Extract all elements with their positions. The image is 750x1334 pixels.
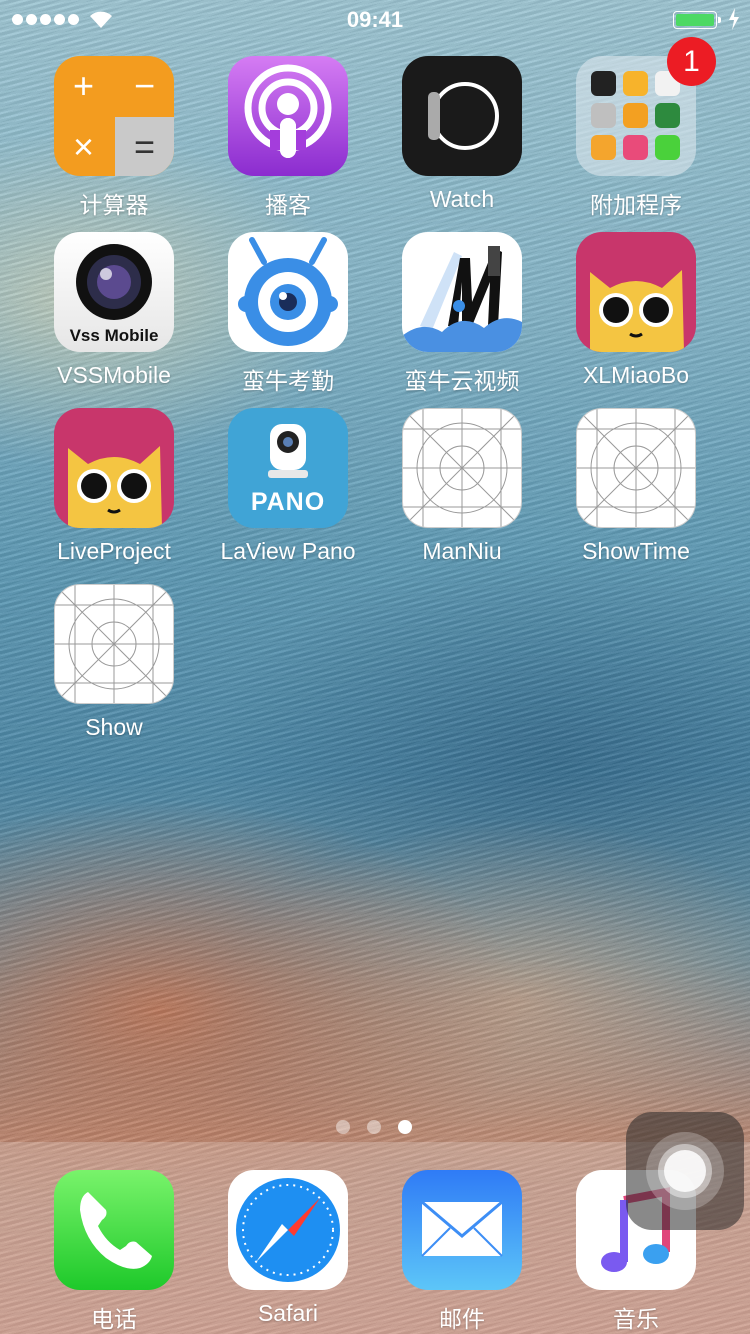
app-label: 播客 (265, 192, 311, 218)
app-manniu[interactable]: ManNiu (375, 408, 549, 565)
placeholder-grid-icon (402, 408, 522, 528)
app-label: ShowTime (582, 538, 690, 564)
app-label: 音乐 (613, 1306, 659, 1332)
manniu-cloud-video-icon (402, 232, 522, 352)
app-label: Safari (257, 1300, 319, 1326)
app-label: Watch (429, 186, 495, 212)
dock-app-mail[interactable]: 邮件 (375, 1170, 549, 1334)
mail-icon (402, 1170, 522, 1290)
cat-face-icon (576, 232, 696, 352)
pano-icon-text: PANO (250, 488, 326, 516)
watch-icon (402, 56, 522, 176)
podcasts-icon (228, 56, 348, 176)
status-time: 09:41 (346, 7, 404, 32)
page-dot (336, 1120, 350, 1134)
app-liveproject[interactable]: LiveProject (27, 408, 201, 565)
app-laview-pano[interactable]: PANO LaView Pano (201, 408, 375, 565)
calculator-icon: + − × = (54, 56, 174, 176)
page-dot (367, 1120, 381, 1134)
app-label: 计算器 (79, 192, 149, 218)
app-label: 蛮牛考勤 (242, 368, 334, 394)
app-label: ManNiu (422, 538, 502, 564)
app-label: 电话 (91, 1306, 137, 1332)
placeholder-grid-icon (54, 584, 174, 704)
dock-app-safari[interactable]: Safari (201, 1170, 375, 1327)
app-calculator[interactable]: + − × = 计算器 (27, 56, 201, 220)
app-label: 附加程序 (590, 192, 682, 218)
app-label: XLMiaoBo (582, 362, 690, 388)
vss-mobile-icon: Vss Mobile (54, 232, 174, 352)
app-label: Show (85, 714, 143, 740)
app-vssmobile[interactable]: Vss Mobile VSSMobile (27, 232, 201, 389)
vss-icon-text: Vss Mobile (69, 326, 159, 345)
manniu-robot-icon (228, 232, 348, 352)
cat-face-icon (54, 408, 174, 528)
safari-icon (228, 1170, 348, 1290)
app-manniu-cloud[interactable]: 蛮牛云视频 (375, 232, 549, 396)
phone-icon (54, 1170, 174, 1290)
notification-badge: 1 (667, 37, 716, 86)
app-showtime[interactable]: ShowTime (549, 408, 723, 565)
battery-icon (673, 11, 721, 29)
page-dot-current (398, 1120, 412, 1134)
app-label: 蛮牛云视频 (404, 368, 520, 394)
assistive-touch-icon[interactable] (626, 1112, 744, 1230)
app-manniu-attendance[interactable]: 蛮牛考勤 (201, 232, 375, 396)
dock-app-phone[interactable]: 电话 (27, 1170, 201, 1334)
app-watch[interactable]: Watch (375, 56, 549, 213)
app-show[interactable]: Show (27, 584, 201, 741)
app-podcasts[interactable]: 播客 (201, 56, 375, 220)
page-indicator[interactable] (336, 1120, 412, 1134)
app-label: LaView Pano (220, 538, 356, 564)
app-label: 邮件 (439, 1306, 485, 1332)
charging-bolt-icon (729, 8, 739, 30)
app-xlmiaobo[interactable]: XLMiaoBo (549, 232, 723, 389)
placeholder-grid-icon (576, 408, 696, 528)
pano-camera-icon: PANO (228, 408, 348, 528)
status-bar: 09:41 (0, 0, 750, 40)
app-label: LiveProject (57, 538, 171, 564)
app-label: VSSMobile (57, 362, 171, 388)
